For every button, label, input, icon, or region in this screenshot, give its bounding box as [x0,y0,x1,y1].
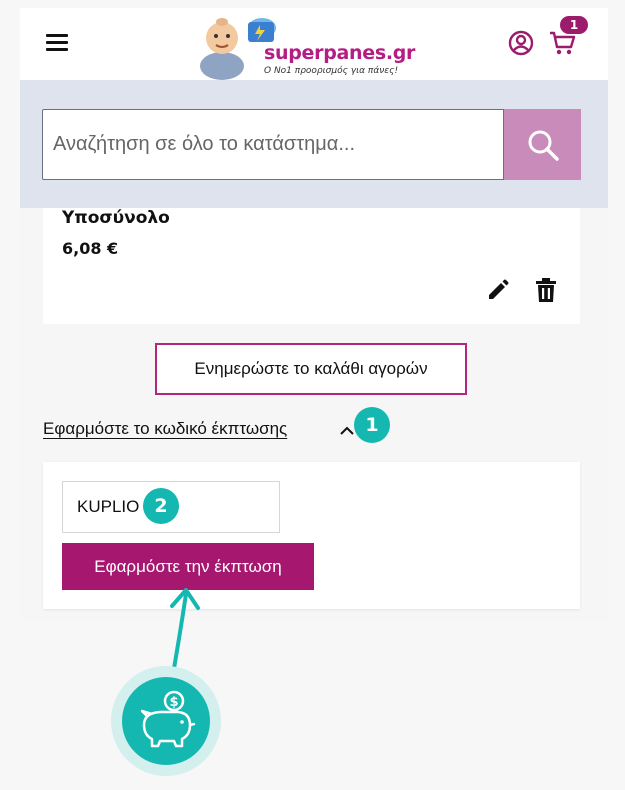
user-icon[interactable] [508,30,534,56]
logo-brand-text: superpanes.gr [264,42,416,64]
trash-icon[interactable] [535,277,557,303]
discount-toggle[interactable]: Εφαρμόστε το κωδικό έκπτωσης [43,419,287,439]
subtotal-value: 6,08 € [62,239,119,258]
step-2-badge: 2 [143,488,179,524]
apply-discount-button[interactable]: Εφαρμόστε την έκπτωση [62,543,314,590]
edit-icon[interactable] [486,278,510,302]
subtotal-label: Υποσύνολο [62,208,170,228]
piggy-bank-badge: $ [122,677,210,765]
piggy-bank-icon: $ [140,690,196,748]
logo[interactable]: superpanes.gr Ο Νο1 προορισμός για πάνες… [200,8,415,80]
cart-count-badge: 1 [560,16,588,34]
search-icon [528,130,559,161]
svg-text:$: $ [169,695,178,710]
search-input[interactable] [42,109,504,180]
update-cart-button[interactable]: Ενημερώστε το καλάθι αγορών [155,343,467,395]
chevron-up-icon[interactable] [339,424,355,436]
logo-tagline: Ο Νο1 προορισμός για πάνες! [264,66,399,76]
menu-icon[interactable] [46,34,68,51]
search-button[interactable] [504,109,581,180]
step-1-badge: 1 [354,407,390,443]
